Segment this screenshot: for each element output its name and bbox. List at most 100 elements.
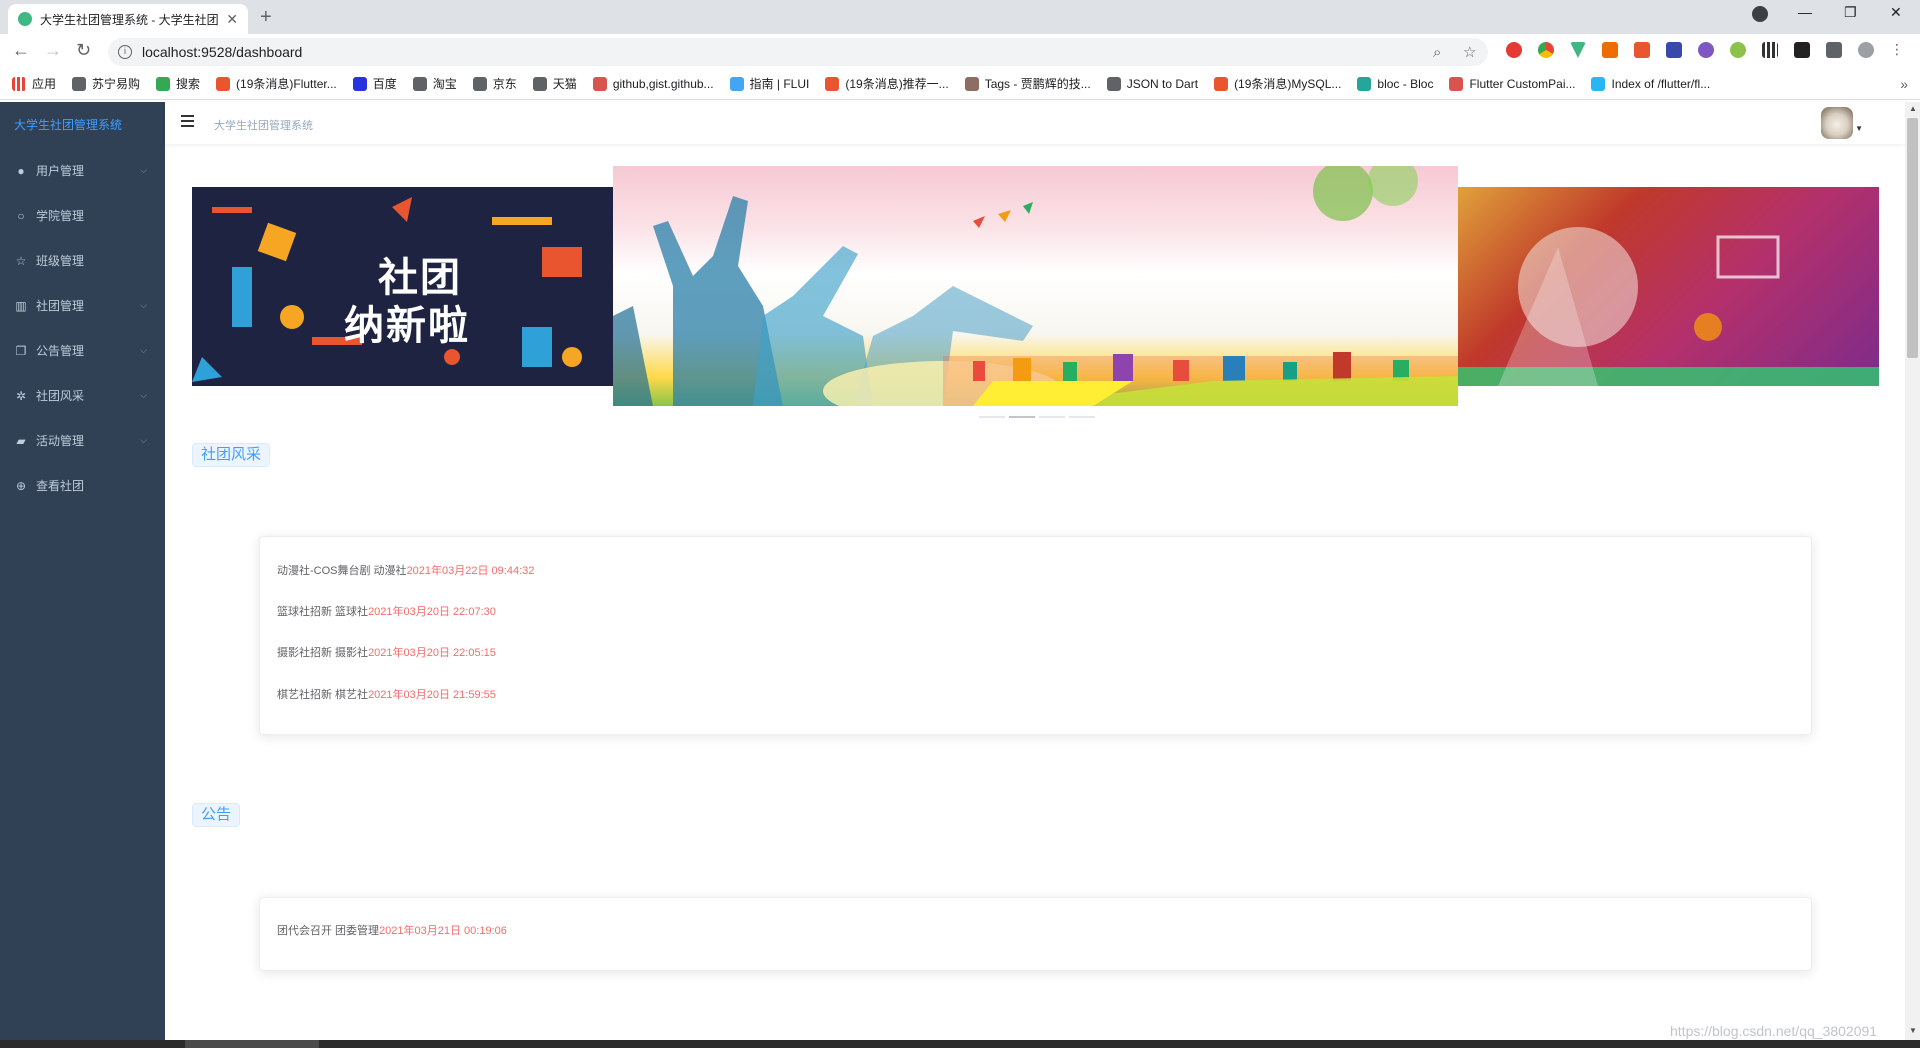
bookmark-item[interactable]: 淘宝 [412,75,457,92]
list-item[interactable]: 篮球社招新 篮球社2021年03月20日 22:07:30 [277,603,496,619]
bookmark-item[interactable]: Index of /flutter/fl... [1591,76,1710,91]
extension-adblock-icon[interactable] [1506,42,1522,58]
bookmark-item[interactable]: 苏宁易购 [72,75,140,92]
bookmark-label: 百度 [372,77,397,91]
list-item[interactable]: 动漫社-COS舞台剧 动漫社2021年03月22日 09:44:32 [277,562,534,578]
profile-menu-icon[interactable] [1752,6,1768,22]
scroll-up-icon[interactable]: ▲ [1909,104,1917,113]
close-tab-icon[interactable]: ✕ [226,11,238,28]
list-item[interactable]: 棋艺社招新 棋艺社2021年03月20日 21:59:55 [277,686,496,702]
browser-tab-bar: 大学生社团管理系统 - 大学生社团 ✕ + — ❐ ✕ [0,0,1920,34]
extension-leaf-icon[interactable] [1730,42,1746,58]
carousel-indicator[interactable] [1039,416,1065,418]
back-icon[interactable]: ← [12,40,30,61]
bookmark-item[interactable]: 指南 | FLUI [729,75,809,92]
address-bar[interactable]: i localhost:9528/dashboard ⌕ ☆ [108,38,1488,66]
bookmark-favicon-icon [1449,76,1464,91]
sidebar-item-4[interactable]: ▥ 社团管理 ⌵ [0,283,165,328]
sidebar-item-3[interactable]: ☆ 班级管理 [0,238,165,283]
carousel-slide-recruitment[interactable]: 社团 纳新啦 [192,187,615,386]
forward-icon[interactable]: → [44,40,62,61]
bookmark-item[interactable]: 京东 [472,75,517,92]
bookmark-item[interactable]: 应用 [12,75,56,92]
bookmark-item[interactable]: Tags - 贾鹏辉的技... [964,75,1091,92]
bookmark-item[interactable]: bloc - Bloc [1357,76,1433,91]
extension-csdn-icon[interactable] [1634,42,1650,58]
chevron-down-icon: ⌵ [140,300,147,310]
item-title: 摄影社招新 摄影社 [277,647,369,659]
extension-link-icon[interactable] [1698,42,1714,58]
minimize-icon[interactable]: — [1798,4,1812,20]
sidebar-item-label: 班级管理 [36,254,85,268]
bookmark-favicon-icon [472,76,487,91]
extension-cow-icon[interactable] [1794,42,1810,58]
sidebar-item-label: 查看社团 [36,479,85,493]
reload-icon[interactable]: ↻ [76,40,91,61]
sidebar-item-label: 用户管理 [36,164,85,178]
bookmark-favicon-icon [1591,76,1606,91]
new-tab-icon[interactable]: + [260,6,272,29]
bookmark-favicon-icon [1357,76,1372,91]
scrollbar-thumb[interactable] [1907,118,1918,358]
site-info-icon[interactable]: i [118,45,132,59]
extension-tree-icon[interactable] [1602,42,1618,58]
sidebar-brand[interactable]: 大学生社团管理系统 [0,102,165,148]
sidebar-item-8[interactable]: ⊕ 查看社团 [0,463,165,508]
sidebar-item-5[interactable]: ❐ 公告管理 ⌵ [0,328,165,373]
bookmark-favicon-icon [1106,76,1121,91]
bookmarks-overflow-icon[interactable]: » [1900,76,1908,92]
url-text[interactable]: localhost:9528/dashboard [142,44,302,60]
truck-icon: ▰ [16,433,26,448]
list-item[interactable]: 团代会召开 团委管理2021年03月21日 00:19:06 [277,922,507,938]
bookmark-star-icon[interactable]: ☆ [1463,43,1476,61]
carousel-slide-celebration[interactable] [613,166,1458,406]
chevron-down-icon: ⌵ [140,165,147,175]
zoom-icon[interactable]: ⌕ [1433,44,1441,61]
list-item[interactable]: 摄影社招新 摄影社2021年03月20日 22:05:15 [277,644,496,660]
sidebar-item-label: 活动管理 [36,434,85,448]
bookmark-item[interactable]: (19条消息)Flutter... [216,75,337,92]
bookmark-label: 淘宝 [432,77,457,91]
navbar: 大学生社团管理系统 ▼ [165,102,1905,144]
sidebar-item-2[interactable]: ○ 学院管理 [0,193,165,238]
bookmark-item[interactable]: 天猫 [532,75,577,92]
extension-window-icon[interactable] [1666,42,1682,58]
carousel-indicator[interactable] [979,416,1005,418]
bookmark-favicon-icon [1214,76,1229,91]
close-window-icon[interactable]: ✕ [1890,4,1902,21]
breadcrumb[interactable]: 大学生社团管理系统 [214,117,313,133]
browser-toolbar: ← → ↻ i localhost:9528/dashboard ⌕ ☆ [0,34,1920,68]
carousel-indicator-active[interactable] [1009,416,1035,418]
section-tag-club-style: 社团风采 [192,443,271,467]
extension-qrcode-icon[interactable] [1762,42,1778,58]
browser-tab[interactable]: 大学生社团管理系统 - 大学生社团 ✕ [8,4,248,34]
caret-down-icon[interactable]: ▼ [1855,124,1863,133]
sidebar-item-label: 学院管理 [36,209,85,223]
extension-chrome-icon[interactable] [1538,42,1554,58]
sidebar-item-1[interactable]: ● 用户管理 ⌵ [0,148,165,193]
copy-icon: ❐ [15,343,27,358]
bookmark-item[interactable]: JSON to Dart [1106,76,1198,91]
bookmark-item[interactable]: Flutter CustomPai... [1449,76,1575,91]
item-timestamp: 2021年03月21日 00:19:06 [379,925,507,937]
bookmark-favicon-icon [964,76,979,91]
sidebar-item-7[interactable]: ▰ 活动管理 ⌵ [0,418,165,463]
extensions-puzzle-icon[interactable] [1826,42,1842,58]
bookmark-item[interactable]: (19条消息)MySQL... [1214,75,1341,92]
user-avatar[interactable] [1821,107,1853,139]
sidebar-item-6[interactable]: ✲ 社团风采 ⌵ [0,373,165,418]
bookmark-item[interactable]: (19条消息)推荐一... [825,75,949,92]
carousel-slide-basketball[interactable] [1458,187,1879,386]
bookmark-item[interactable]: github,gist.github... [592,76,714,91]
browser-menu-icon[interactable]: ⋮ [1890,42,1904,58]
profile-avatar-icon[interactable] [1858,42,1874,58]
hamburger-menu-icon[interactable] [181,115,194,127]
bookmark-item[interactable]: 搜索 [156,75,200,92]
bookmark-item[interactable]: 百度 [352,75,397,92]
bookmark-favicon-icon [352,76,367,91]
carousel-indicator[interactable] [1069,416,1095,418]
item-timestamp: 2021年03月20日 21:59:55 [368,689,496,701]
restore-icon[interactable]: ❐ [1844,4,1857,21]
scroll-down-icon[interactable]: ▼ [1909,1026,1917,1035]
bookmark-favicon-icon [156,76,171,91]
